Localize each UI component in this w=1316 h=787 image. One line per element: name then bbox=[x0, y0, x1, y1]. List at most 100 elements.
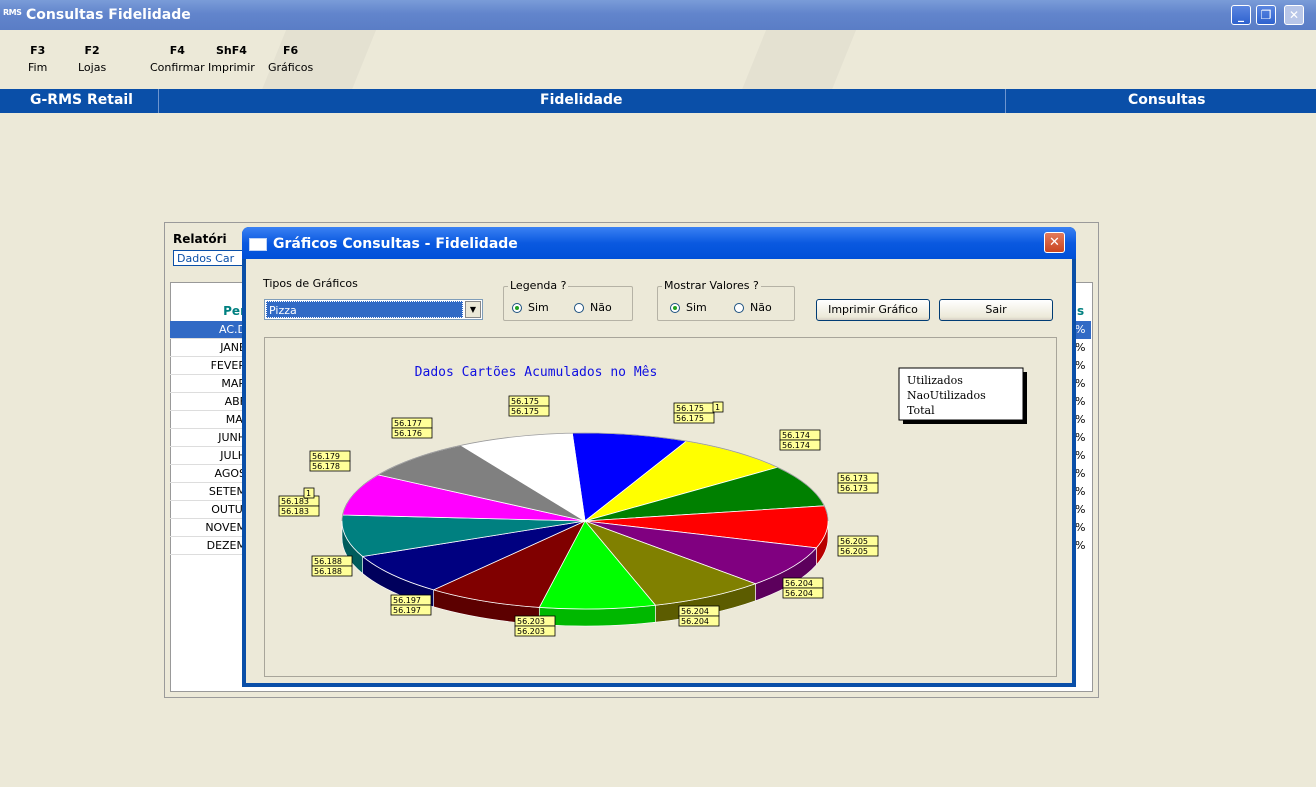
legend-item: Utilizados bbox=[907, 374, 963, 387]
radio-label: Sim bbox=[686, 301, 707, 314]
table-row[interactable]: SETEM bbox=[170, 483, 250, 501]
header-left: G-RMS Retail bbox=[30, 92, 133, 108]
table-row[interactable]: MAR bbox=[170, 375, 250, 393]
legenda-nao-radio[interactable]: Não bbox=[574, 301, 612, 314]
value-label: 56.188 bbox=[314, 557, 342, 566]
fkey-graficos[interactable]: F6 Gráficos bbox=[268, 44, 313, 74]
value-label: 56.183 bbox=[281, 507, 309, 516]
exit-button[interactable]: Sair bbox=[939, 299, 1053, 321]
row-percent: % bbox=[1075, 395, 1086, 408]
header-center: Fidelidade bbox=[540, 92, 623, 108]
value-label: 56.173 bbox=[840, 484, 868, 493]
row-percent: % bbox=[1075, 431, 1086, 444]
value-label: 56.204 bbox=[681, 607, 709, 616]
radio-label: Não bbox=[750, 301, 772, 314]
fkey-code: F2 bbox=[84, 44, 100, 57]
radio-label: Sim bbox=[528, 301, 549, 314]
table-row[interactable]: JULH bbox=[170, 447, 250, 465]
table-row[interactable]: FEVER bbox=[170, 357, 250, 375]
value-label: 56.197 bbox=[393, 606, 421, 615]
value-label: 56.174 bbox=[782, 431, 810, 440]
header-separator bbox=[1005, 89, 1006, 113]
dialog-title: Gráficos Consultas - Fidelidade bbox=[273, 236, 518, 252]
close-window-button[interactable]: ✕ bbox=[1284, 5, 1304, 25]
fkey-code: F3 bbox=[30, 44, 46, 57]
report-title: Relatóri bbox=[173, 232, 227, 246]
radio-label: Não bbox=[590, 301, 612, 314]
window-icon bbox=[249, 238, 267, 251]
fkey-code: ShF4 bbox=[215, 44, 247, 57]
header-right: Consultas bbox=[1128, 92, 1206, 108]
tipos-label: Tipos de Gráficos bbox=[263, 277, 358, 290]
graficos-dialog: Gráficos Consultas - Fidelidade ✕ Tipos … bbox=[242, 227, 1076, 687]
print-chart-button[interactable]: Imprimir Gráfico bbox=[816, 299, 930, 321]
fkey-confirmar[interactable]: F4 Confirmar bbox=[150, 44, 205, 74]
value-label: 56.205 bbox=[840, 547, 868, 556]
window-title: Consultas Fidelidade bbox=[26, 7, 191, 23]
row-percent: % bbox=[1075, 413, 1086, 426]
fkey-code: F6 bbox=[283, 44, 299, 57]
chart-frame: Dados Cartões Acumulados no Mês 56.175 56.… bbox=[264, 337, 1057, 677]
table-row[interactable]: JANE bbox=[170, 339, 250, 357]
value-label: 56.204 bbox=[681, 617, 709, 626]
fkey-label: Lojas bbox=[78, 61, 107, 74]
module-header: G-RMS Retail Fidelidade Consultas bbox=[0, 89, 1316, 113]
table-row[interactable]: ABF bbox=[170, 393, 250, 411]
fkey-label: Imprimir bbox=[208, 61, 255, 74]
table-row[interactable]: JUNH bbox=[170, 429, 250, 447]
minimize-button[interactable]: _ bbox=[1231, 5, 1251, 25]
legenda-group: Legenda ? Sim Não bbox=[503, 279, 633, 321]
row-percent: % bbox=[1075, 377, 1086, 390]
row-percent: % bbox=[1075, 359, 1086, 372]
fkey-label: Fim bbox=[28, 61, 48, 74]
radio-icon bbox=[734, 302, 744, 313]
row-percent: % bbox=[1075, 521, 1086, 534]
table-row[interactable]: OUTUI bbox=[170, 501, 250, 519]
restore-button[interactable]: ❐ bbox=[1256, 5, 1276, 25]
fkey-fim[interactable]: F3 Fim bbox=[28, 44, 47, 74]
value-label: 56.204 bbox=[785, 589, 813, 598]
value-label: 56.204 bbox=[785, 579, 813, 588]
legenda-sim-radio[interactable]: Sim bbox=[512, 301, 549, 314]
grid-right-header: s bbox=[1077, 304, 1085, 318]
value-label: 56.177 bbox=[394, 419, 422, 428]
row-percent: % bbox=[1075, 321, 1091, 339]
fkey-imprimir[interactable]: ShF4 Imprimir bbox=[208, 44, 255, 74]
row-percent: % bbox=[1075, 539, 1086, 552]
value-label: 56.173 bbox=[840, 474, 868, 483]
close-icon[interactable]: ✕ bbox=[1044, 232, 1065, 253]
table-row[interactable]: DEZEM bbox=[170, 537, 250, 555]
row-percent: % bbox=[1075, 467, 1086, 480]
chart-type-value: Pizza bbox=[266, 301, 463, 318]
extra-label: 1 bbox=[306, 489, 311, 498]
table-row[interactable]: MAI bbox=[170, 411, 250, 429]
legend-item: Total bbox=[907, 404, 935, 417]
value-label: 56.205 bbox=[840, 537, 868, 546]
fkey-lojas[interactable]: F2 Lojas bbox=[78, 44, 106, 74]
table-row[interactable]: AC.D bbox=[170, 321, 250, 339]
value-label: 56.203 bbox=[517, 617, 545, 626]
chart-title: Dados Cartões Acumulados no Mês bbox=[415, 365, 658, 380]
chevron-down-icon[interactable]: ▼ bbox=[465, 301, 481, 318]
fkey-label: Gráficos bbox=[268, 61, 314, 74]
mostrar-valores-group: Mostrar Valores ? Sim Não bbox=[657, 279, 795, 321]
value-label: 56.175 bbox=[676, 404, 704, 413]
row-percent: % bbox=[1075, 341, 1086, 354]
value-label: 56.176 bbox=[394, 429, 422, 438]
mostrar-sim-radio[interactable]: Sim bbox=[670, 301, 707, 314]
chart-type-select[interactable]: Pizza ▼ bbox=[264, 299, 483, 320]
header-separator bbox=[158, 89, 159, 113]
value-label: 56.179 bbox=[312, 452, 340, 461]
grid-column-header: Per bbox=[223, 304, 246, 318]
fkey-code: F4 bbox=[169, 44, 185, 57]
value-label: 56.197 bbox=[393, 596, 421, 605]
value-label: 56.178 bbox=[312, 462, 340, 471]
table-row[interactable]: AGOS bbox=[170, 465, 250, 483]
extra-label: 1 bbox=[715, 403, 720, 412]
row-percent: % bbox=[1075, 503, 1086, 516]
dialog-body: Tipos de Gráficos Pizza ▼ Legenda ? Sim … bbox=[246, 259, 1072, 683]
value-label: 56.175 bbox=[676, 414, 704, 423]
mostrar-nao-radio[interactable]: Não bbox=[734, 301, 772, 314]
table-row[interactable]: NOVEM bbox=[170, 519, 250, 537]
radio-icon bbox=[574, 302, 584, 313]
